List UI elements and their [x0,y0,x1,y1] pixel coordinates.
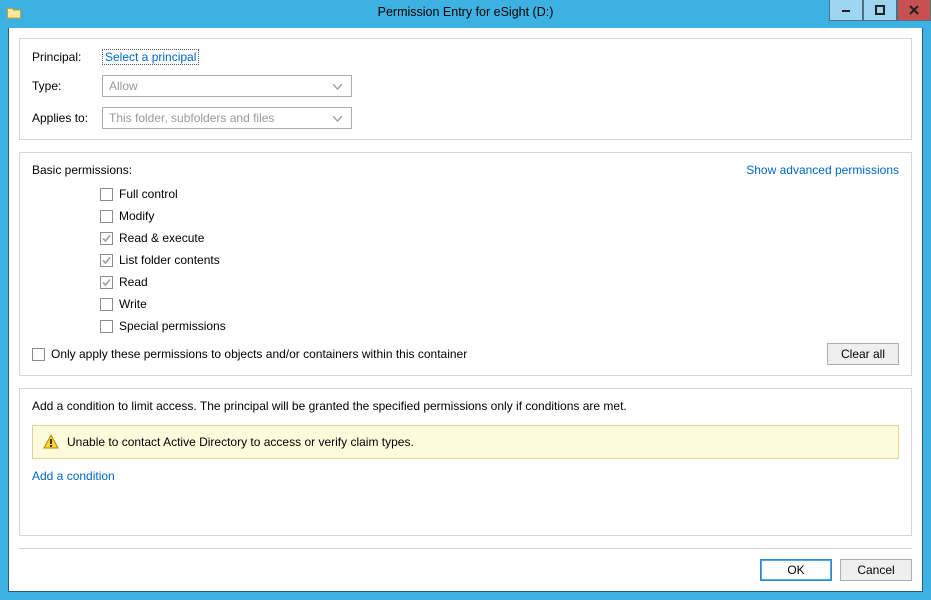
add-condition-link[interactable]: Add a condition [32,469,115,483]
permission-row[interactable]: Special permissions [100,315,899,337]
permission-row[interactable]: Modify [100,205,899,227]
permission-checkbox[interactable] [100,276,113,289]
only-apply-checkbox-row[interactable]: Only apply these permissions to objects … [32,343,467,365]
permission-row[interactable]: Full control [100,183,899,205]
permission-checkbox[interactable] [100,254,113,267]
chevron-down-icon [329,79,345,93]
permission-checkbox[interactable] [100,320,113,333]
permission-label: Special permissions [119,319,226,333]
permission-label: List folder contents [119,253,220,267]
conditions-panel: Add a condition to limit access. The pri… [19,388,912,536]
select-principal-link[interactable]: Select a principal [102,49,199,65]
basic-permissions-header: Basic permissions: [32,163,132,177]
permission-label: Full control [119,187,178,201]
permission-checkbox[interactable] [100,188,113,201]
applies-to-select-value: This folder, subfolders and files [109,111,274,125]
permission-label: Read & execute [119,231,204,245]
ok-button[interactable]: OK [760,559,832,581]
principal-label: Principal: [32,50,102,64]
warning-alert: Unable to contact Active Directory to ac… [32,425,899,459]
cancel-button[interactable]: Cancel [840,559,912,581]
type-select-value: Allow [109,79,138,93]
window-title: Permission Entry for eSight (D:) [8,5,923,19]
type-select[interactable]: Allow [102,75,352,97]
permission-label: Write [119,297,147,311]
only-apply-checkbox[interactable] [32,348,45,361]
permission-checkbox[interactable] [100,298,113,311]
permissions-panel: Basic permissions: Show advanced permiss… [19,152,912,376]
permission-label: Modify [119,209,154,223]
permission-row[interactable]: Read & execute [100,227,899,249]
permission-row[interactable]: List folder contents [100,249,899,271]
permission-checkbox[interactable] [100,210,113,223]
show-advanced-permissions-link[interactable]: Show advanced permissions [746,163,899,177]
close-button[interactable] [897,0,931,21]
permission-row[interactable]: Write [100,293,899,315]
applies-to-label: Applies to: [32,111,102,125]
principal-panel: Principal: Select a principal Type: Allo… [19,38,912,140]
maximize-button[interactable] [863,0,897,21]
permission-row[interactable]: Read [100,271,899,293]
type-label: Type: [32,79,102,93]
dialog-footer: OK Cancel [19,548,912,581]
warning-icon [43,434,59,450]
conditions-intro: Add a condition to limit access. The pri… [32,399,899,413]
permission-checkbox[interactable] [100,232,113,245]
permission-label: Read [119,275,148,289]
applies-to-select[interactable]: This folder, subfolders and files [102,107,352,129]
only-apply-label: Only apply these permissions to objects … [51,347,467,361]
warning-text: Unable to contact Active Directory to ac… [67,435,414,449]
clear-all-button[interactable]: Clear all [827,343,899,365]
chevron-down-icon [329,111,345,125]
minimize-button[interactable] [829,0,863,21]
